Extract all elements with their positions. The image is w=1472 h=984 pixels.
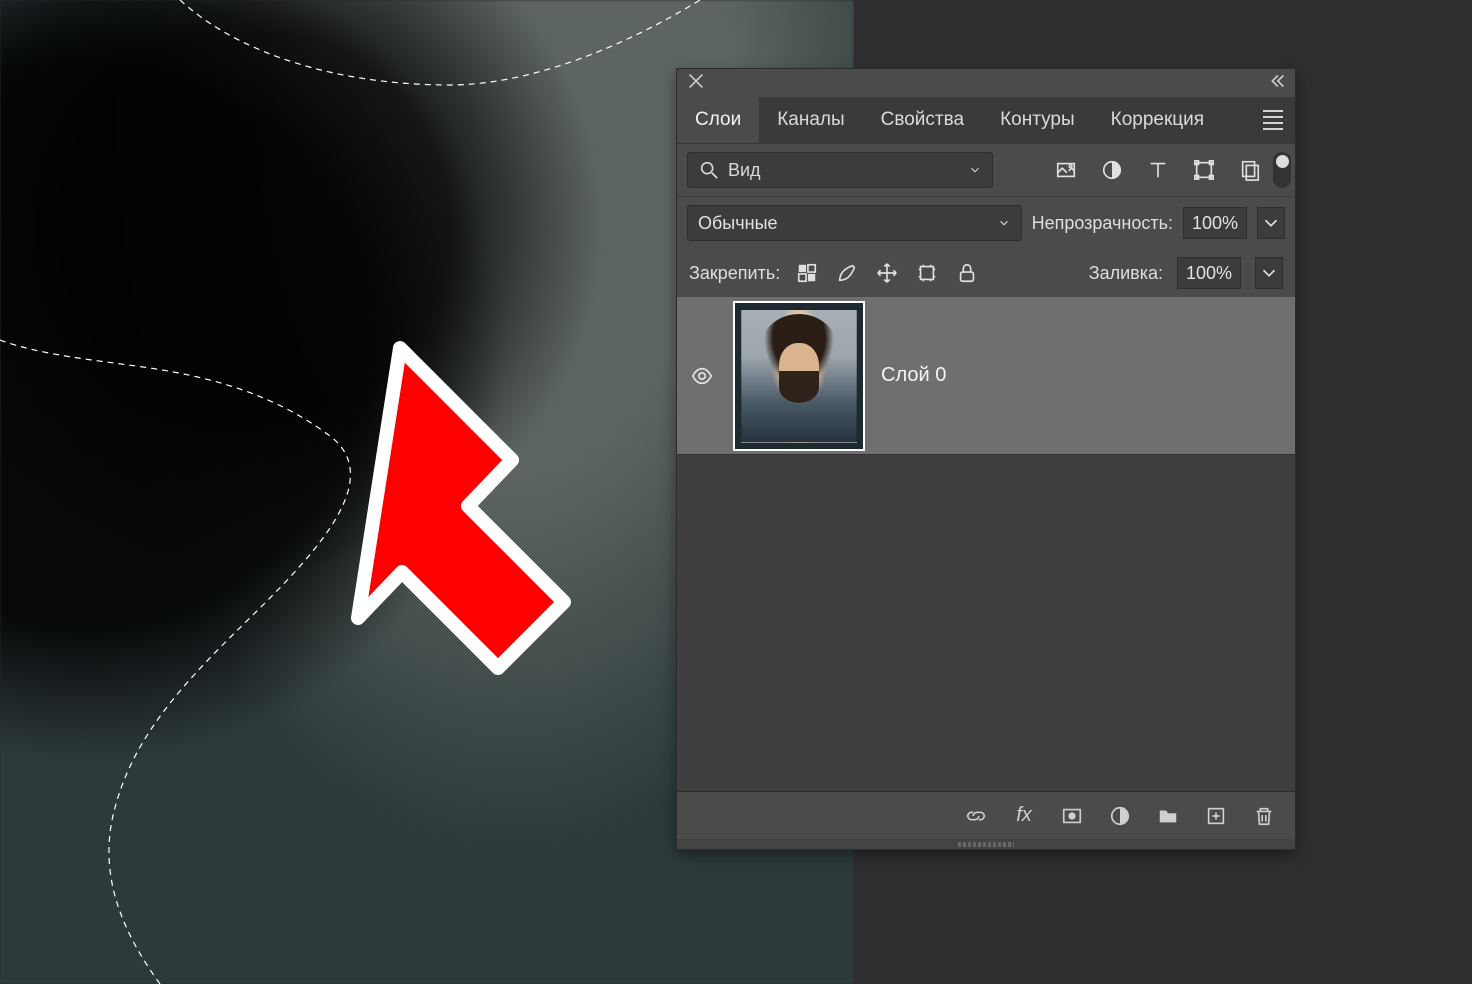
fill-value[interactable]: 100% <box>1177 257 1241 289</box>
layer-filter-input[interactable] <box>728 160 960 181</box>
panel-tabs: Слои Каналы Свойства Контуры Коррекция <box>677 97 1295 143</box>
filter-type-text-icon[interactable] <box>1145 157 1171 183</box>
grip-icon <box>958 842 1014 847</box>
layer-row[interactable]: Слой 0 <box>677 297 1295 455</box>
blend-mode-value: Обычные <box>698 213 778 234</box>
hamburger-icon <box>1263 110 1283 130</box>
lock-all-icon[interactable] <box>954 260 980 286</box>
eye-icon <box>691 365 713 387</box>
lock-label: Закрепить: <box>689 263 780 284</box>
new-layer-button[interactable] <box>1203 803 1229 829</box>
link-layers-button[interactable] <box>963 803 989 829</box>
filter-row <box>677 143 1295 196</box>
filter-shape-icon[interactable] <box>1191 157 1217 183</box>
lock-paint-icon[interactable] <box>834 260 860 286</box>
chevron-down-icon <box>997 216 1011 230</box>
layers-list[interactable]: Слой 0 <box>677 297 1295 791</box>
close-icon[interactable] <box>685 70 707 97</box>
tab-adjustments[interactable]: Коррекция <box>1093 97 1222 143</box>
opacity-label[interactable]: Непрозрачность: <box>1032 213 1173 234</box>
collapse-icon[interactable] <box>1265 70 1287 97</box>
opacity-chevron[interactable] <box>1257 207 1285 239</box>
panel-resize-grip[interactable] <box>677 839 1295 849</box>
add-mask-button[interactable] <box>1059 803 1085 829</box>
filter-smartobj-icon[interactable] <box>1237 157 1263 183</box>
filter-type-icons <box>1053 157 1263 183</box>
fill-label[interactable]: Заливка: <box>1089 263 1163 284</box>
opacity-value[interactable]: 100% <box>1183 207 1247 239</box>
layer-filter-select[interactable] <box>687 152 993 188</box>
fill-chevron[interactable] <box>1255 257 1283 289</box>
layers-bottom-bar: fx <box>677 791 1295 839</box>
layer-fx-button[interactable]: fx <box>1011 803 1037 829</box>
filter-toggle[interactable] <box>1273 152 1291 188</box>
tab-layers[interactable]: Слои <box>677 97 759 143</box>
blend-row: Обычные Непрозрачность: 100% <box>677 196 1295 249</box>
tab-label: Контуры <box>1000 109 1075 131</box>
tab-label: Коррекция <box>1111 109 1204 131</box>
tab-label: Слои <box>695 109 741 131</box>
delete-layer-button[interactable] <box>1251 803 1277 829</box>
visibility-toggle[interactable] <box>687 365 717 387</box>
panel-titlebar[interactable] <box>677 69 1295 97</box>
tab-label: Каналы <box>777 109 844 131</box>
filter-pixel-icon[interactable] <box>1053 157 1079 183</box>
lock-transparent-icon[interactable] <box>794 260 820 286</box>
new-adjustment-button[interactable] <box>1107 803 1133 829</box>
filter-adjust-icon[interactable] <box>1099 157 1125 183</box>
lock-row: Закрепить: Заливка: 100% <box>677 249 1295 297</box>
new-group-button[interactable] <box>1155 803 1181 829</box>
lock-artboard-icon[interactable] <box>914 260 940 286</box>
layer-name[interactable]: Слой 0 <box>881 364 946 387</box>
search-icon <box>698 159 720 181</box>
panel-menu-button[interactable] <box>1251 97 1295 143</box>
chevron-down-icon <box>968 163 982 177</box>
tab-paths[interactable]: Контуры <box>982 97 1093 143</box>
tab-properties[interactable]: Свойства <box>863 97 982 143</box>
tab-channels[interactable]: Каналы <box>759 97 862 143</box>
tab-label: Свойства <box>881 109 964 131</box>
layer-thumbnail[interactable] <box>733 301 865 451</box>
blend-mode-select[interactable]: Обычные <box>687 205 1022 241</box>
layers-panel: Слои Каналы Свойства Контуры Коррекция <box>676 68 1296 850</box>
lock-position-icon[interactable] <box>874 260 900 286</box>
toggle-thumb <box>1276 155 1289 168</box>
